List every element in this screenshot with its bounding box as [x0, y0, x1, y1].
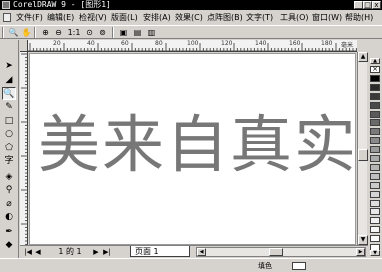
palette-swatch[interactable] [370, 190, 380, 198]
page-tab[interactable]: 页面 1 [130, 246, 190, 257]
toolbar-separator [112, 27, 114, 38]
palette-swatch[interactable] [370, 92, 380, 100]
maximize-button[interactable]: □ [363, 1, 372, 9]
page-counter: 1 的 1 [58, 247, 82, 256]
artistic-text[interactable]: 美来自真实 [38, 100, 355, 190]
zoom-page-icon[interactable]: ▣ [118, 27, 129, 38]
palette-swatch[interactable] [370, 226, 380, 234]
ruler-ticks [29, 43, 357, 51]
menu-layout[interactable]: 版面(L) [111, 12, 138, 24]
scroll-left-icon[interactable]: ◀ [197, 248, 206, 256]
vertical-ruler[interactable] [20, 52, 28, 246]
zoom-all-icon[interactable]: ⊚ [97, 27, 108, 38]
polygon-tool-icon[interactable]: ⬠ [2, 142, 16, 155]
palette-swatch[interactable] [370, 235, 380, 243]
document-icon[interactable] [3, 13, 11, 22]
transparency-tool-icon[interactable]: ◐ [2, 211, 16, 224]
eyedropper-tool-icon[interactable]: ⚲ [2, 184, 16, 197]
outline-tool-icon[interactable]: ⌀ [2, 198, 16, 211]
palette-swatch[interactable] [370, 217, 380, 225]
menu-window[interactable]: 窗口(W) [312, 12, 342, 24]
shape-tool-icon[interactable]: ◢ [2, 74, 16, 87]
palette-swatch[interactable] [370, 83, 380, 91]
scroll-down-icon[interactable]: ▼ [358, 235, 368, 245]
menu-bitmaps[interactable]: 点阵图(B) [207, 12, 243, 24]
text-tool-icon[interactable]: 字 [2, 155, 16, 168]
palette-swatch[interactable] [370, 101, 380, 109]
menu-text[interactable]: 文字(T) [246, 12, 273, 24]
interactive-fill-icon[interactable]: ◈ [2, 171, 16, 184]
zoom-page-height-icon[interactable]: ▥ [146, 27, 157, 38]
pick-tool-icon[interactable]: ➤ [2, 60, 16, 73]
zoom-actual-size-button[interactable]: 1:1 [67, 27, 81, 38]
rectangle-tool-icon[interactable]: □ [2, 115, 16, 128]
palette-swatch[interactable] [370, 163, 380, 171]
palette-swatch[interactable]: × [370, 66, 380, 73]
menu-help[interactable]: 帮助(H) [345, 12, 373, 24]
close-button[interactable]: x [372, 1, 381, 9]
zoom-tool-icon[interactable]: 🔍 [2, 87, 16, 100]
minimize-button[interactable]: _ [354, 1, 363, 9]
drawing-canvas[interactable]: 美来自真实 [29, 53, 356, 245]
horizontal-scroll-thumb[interactable] [269, 248, 283, 256]
next-page-icon[interactable]: ▶ [92, 247, 100, 257]
fill-color-swatch [292, 262, 306, 270]
palette-swatch[interactable] [370, 155, 380, 162]
menu-file[interactable]: 文件(F) [16, 12, 43, 24]
palette-swatch[interactable] [370, 146, 380, 154]
scroll-up-icon[interactable]: ▲ [358, 52, 368, 62]
menu-arrange[interactable]: 安排(A) [143, 12, 171, 24]
zoom-out-icon[interactable]: ⊖ [53, 27, 64, 38]
scroll-right-icon[interactable]: ▶ [356, 248, 365, 256]
palette-swatch[interactable] [370, 128, 380, 136]
palette-swatch[interactable] [370, 199, 380, 207]
toolbar-separator [34, 27, 36, 38]
palette-swatch[interactable] [370, 208, 380, 216]
fill-status-label: 填色 [258, 262, 272, 270]
menu-view[interactable]: 检视(V) [79, 12, 107, 24]
palette-swatch[interactable] [370, 181, 380, 189]
palette-swatch[interactable] [370, 110, 380, 118]
toolbar-grip [2, 27, 4, 38]
status-bar: 填色 [0, 258, 382, 272]
palette-scroll-down-icon[interactable]: ▼ [370, 250, 380, 256]
palette-swatch[interactable] [370, 119, 380, 127]
zoom-page-width-icon[interactable]: ▤ [132, 27, 143, 38]
horizontal-scrollbar[interactable]: ◀ ▶ [196, 247, 366, 257]
menu-edit[interactable]: 编辑(E) [47, 12, 74, 24]
title-bar: CorelDRAW 9 - [图形1] _ □ x [0, 0, 382, 10]
freehand-tool-icon[interactable]: ✎ [2, 101, 16, 114]
zoom-icon[interactable]: 🔍 [8, 27, 19, 38]
palette-swatch[interactable] [370, 74, 380, 82]
previous-page-icon[interactable]: ◀ [34, 247, 42, 257]
toolbox: ➤ ◢ 🔍 ✎ □ ○ ⬠ 字 ◈ ⚲ ⌀ ◐ ✒ ◆ [0, 40, 19, 258]
ellipse-tool-icon[interactable]: ○ [2, 128, 16, 141]
palette-scroll-up-icon[interactable]: ▲ [370, 58, 380, 64]
first-page-icon[interactable]: |◀ [24, 247, 32, 257]
menu-bar: 文件(F) 编辑(E) 检视(V) 版面(L) 安排(A) 效果(C) 点阵图(… [0, 10, 382, 25]
palette-swatch[interactable] [370, 137, 380, 145]
palette-swatch[interactable] [370, 172, 380, 180]
fill-tool-icon[interactable]: ◆ [2, 239, 16, 252]
zoom-selected-icon[interactable]: ⊙ [84, 27, 95, 38]
vertical-scrollbar[interactable]: ▲ ▼ [357, 52, 368, 245]
last-page-icon[interactable]: ▶| [102, 247, 112, 257]
zoom-in-icon[interactable]: ⊕ [40, 27, 51, 38]
pen-tool-icon[interactable]: ✒ [2, 226, 16, 239]
page-navigator: |◀ ◀ 1 的 1 ▶ ▶| 页面 1 ◀ ▶ [20, 245, 368, 257]
horizontal-ruler[interactable]: 20 40 60 80 100 120 140 160 180 毫米 [28, 40, 357, 52]
pan-icon[interactable]: ✋ [21, 27, 32, 38]
ruler-ticks [21, 53, 27, 245]
ruler-origin[interactable] [20, 40, 28, 52]
zoom-toolbar: 🔍 ✋ ⊕ ⊖ 1:1 ⊙ ⊚ ▣ ▤ ▥ [0, 25, 382, 39]
app-icon[interactable] [2, 1, 10, 9]
vertical-scroll-thumb[interactable] [358, 149, 368, 161]
window-title: CorelDRAW 9 - [图形1] [13, 0, 111, 9]
menu-effects[interactable]: 效果(C) [175, 12, 203, 24]
color-palette: ▲ × ▼ [368, 58, 382, 258]
menu-tools[interactable]: 工具(O) [280, 12, 309, 24]
